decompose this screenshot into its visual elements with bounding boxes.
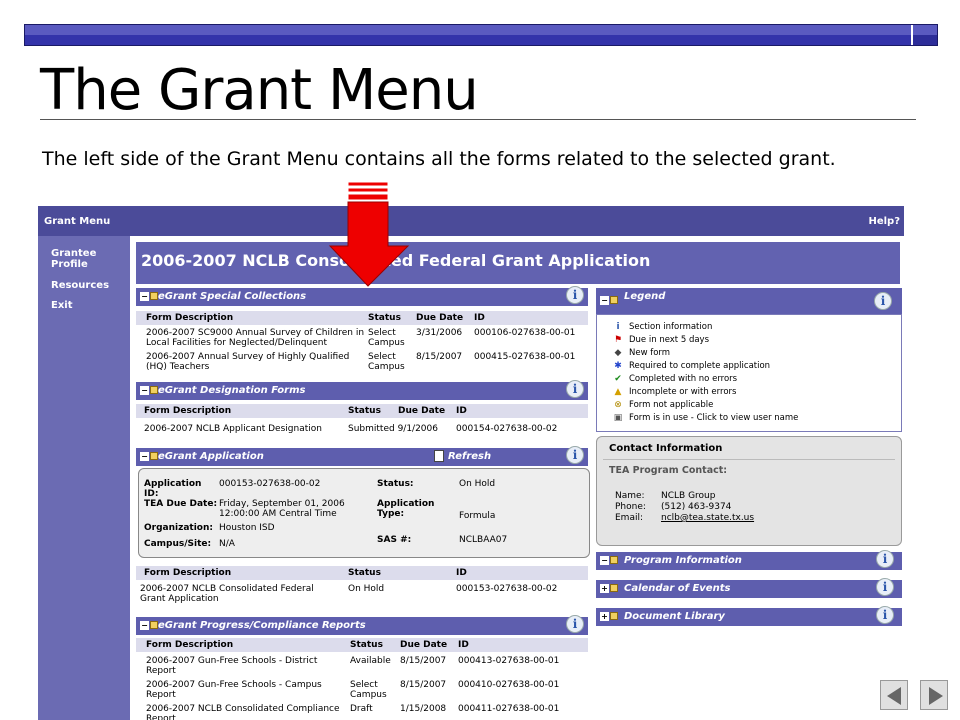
lock-icon: ▣ — [613, 413, 623, 423]
folder-icon — [150, 386, 158, 394]
table-row[interactable]: 2006-2007 NCLB Consolidated Federal Gran… — [136, 582, 588, 606]
panel-progress-reports[interactable]: − eGrant Progress/Compliance Reports — [136, 617, 588, 635]
sidebar-item-exit[interactable]: Exit — [51, 300, 73, 311]
red-down-arrow-icon — [328, 181, 410, 287]
contact-subtitle: TEA Program Contact: — [609, 465, 728, 476]
panel-designation-forms[interactable]: − eGrant Designation Forms — [136, 382, 588, 400]
panel-title: eGrant Progress/Compliance Reports — [158, 620, 366, 631]
info-icon[interactable]: i — [876, 550, 894, 568]
na-icon: ⊗ — [614, 400, 622, 410]
collapse-icon[interactable]: − — [600, 296, 609, 305]
panel-application[interactable]: − eGrant Application Refresh — [136, 448, 588, 466]
collapse-icon[interactable]: − — [140, 452, 149, 461]
folder-icon — [150, 452, 158, 460]
refresh-link[interactable]: Refresh — [448, 451, 491, 462]
panel-legend[interactable]: − Legend — [596, 288, 902, 314]
table-row[interactable]: 2006-2007 SC9000 Annual Survey of Childr… — [136, 326, 588, 350]
flag-icon: ⚑ — [613, 335, 623, 345]
collapse-icon[interactable]: − — [140, 292, 149, 301]
panel-title: eGrant Designation Forms — [158, 385, 306, 396]
collapse-icon[interactable]: − — [600, 556, 609, 565]
info-icon[interactable]: i — [876, 578, 894, 596]
main-content: 2006-2007 NCLB Consolidated Federal Gran… — [130, 236, 904, 720]
grant-menu-label: Grant Menu — [44, 216, 111, 227]
app-header: Grant Menu Help? — [38, 206, 904, 236]
info-icon[interactable]: i — [566, 380, 584, 398]
grant-banner: 2006-2007 NCLB Consolidated Federal Gran… — [136, 242, 900, 284]
expand-icon[interactable]: + — [600, 612, 609, 621]
previous-slide-button[interactable] — [880, 680, 908, 710]
application-details: Application ID: 000153-027638-00-02 Stat… — [138, 468, 590, 558]
warning-icon: ▲ — [614, 387, 622, 397]
title-divider — [40, 119, 916, 120]
table-row[interactable]: 2006-2007 Annual Survey of Highly Qualif… — [136, 350, 588, 374]
sidebar: Grantee Profile Resources Exit — [38, 236, 130, 720]
panel-calendar-of-events[interactable]: + Calendar of Events — [596, 580, 902, 598]
info-icon[interactable]: i — [566, 615, 584, 633]
panel-title: Document Library — [624, 611, 725, 622]
collapse-icon[interactable]: − — [140, 386, 149, 395]
contact-title: Contact Information — [609, 443, 723, 454]
panel-special-collections[interactable]: − eGrant Special Collections — [136, 288, 588, 306]
info-icon[interactable]: i — [876, 606, 894, 624]
folder-icon — [610, 556, 618, 564]
info-icon[interactable]: i — [566, 446, 584, 464]
legend-box: i Section information ⚑ Due in next 5 da… — [596, 314, 902, 432]
panel-title: eGrant Application — [158, 451, 264, 462]
slide-subtitle: The left side of the Grant Menu contains… — [42, 148, 836, 170]
grant-menu-screenshot: Grant Menu Help? Grantee Profile Resourc… — [38, 206, 904, 720]
arrow-right-icon — [929, 687, 943, 705]
collapse-icon[interactable]: − — [140, 621, 149, 630]
asterisk-icon: ✱ — [614, 361, 622, 371]
folder-icon — [150, 621, 158, 629]
contact-information: Contact Information TEA Program Contact:… — [596, 436, 902, 546]
panel-document-library[interactable]: + Document Library — [596, 608, 902, 626]
table-row[interactable]: 2006-2007 Gun-Free Schools - District Re… — [136, 654, 588, 678]
table-header: Form Description Status ID — [136, 566, 588, 580]
slide-title: The Grant Menu — [40, 58, 479, 123]
table-header: Form Description Status Due Date ID — [136, 404, 588, 418]
sidebar-item-grantee-profile[interactable]: Grantee Profile — [51, 248, 111, 270]
table-header: Form Description Status Due Date ID — [136, 638, 588, 652]
info-icon[interactable]: i — [566, 286, 584, 304]
folder-icon — [610, 296, 618, 304]
slide-top-bar — [24, 24, 938, 46]
table-row[interactable]: 2006-2007 NCLB Consolidated Compliance R… — [136, 702, 588, 720]
folder-icon — [610, 584, 618, 592]
folder-icon — [610, 612, 618, 620]
table-header: Form Description Status Due Date ID — [136, 311, 588, 325]
help-link[interactable]: Help? — [868, 216, 900, 227]
diamond-icon: ◆ — [614, 348, 622, 358]
refresh-icon[interactable] — [434, 450, 444, 462]
info-icon[interactable]: i — [874, 292, 892, 310]
panel-title: Program Information — [624, 555, 742, 566]
checkmark-icon: ✔ — [614, 374, 622, 384]
panel-program-information[interactable]: − Program Information — [596, 552, 902, 570]
info-icon: i — [616, 322, 620, 332]
table-row[interactable]: 2006-2007 Gun-Free Schools - Campus Repo… — [136, 678, 588, 702]
panel-title: Calendar of Events — [624, 583, 731, 594]
expand-icon[interactable]: + — [600, 584, 609, 593]
next-slide-button[interactable] — [920, 680, 948, 710]
panel-title: Legend — [624, 291, 666, 302]
folder-icon — [150, 292, 158, 300]
table-row[interactable]: 2006-2007 NCLB Applicant Designation Sub… — [136, 422, 588, 436]
panel-title: eGrant Special Collections — [158, 291, 307, 302]
sidebar-item-resources[interactable]: Resources — [51, 280, 109, 291]
arrow-left-icon — [887, 687, 901, 705]
